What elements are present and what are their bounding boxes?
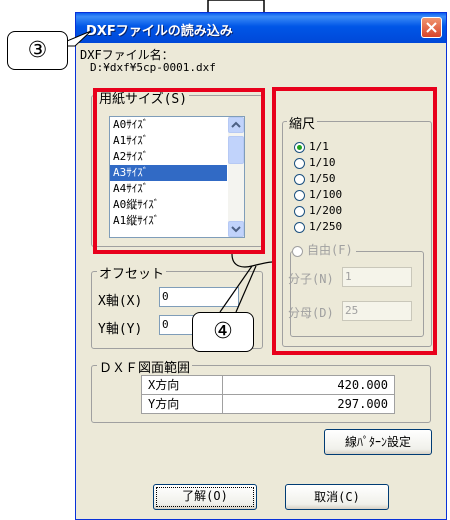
callout-3: ③	[7, 31, 68, 70]
callout-connector	[219, 253, 273, 313]
callout-4: ④	[192, 312, 254, 352]
